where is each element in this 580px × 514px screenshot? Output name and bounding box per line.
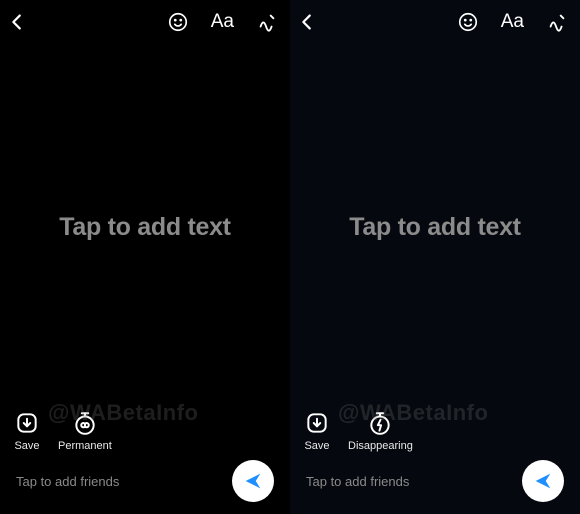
text-canvas[interactable]: Tap to add text xyxy=(290,44,580,410)
text-tool-icon[interactable]: Aa xyxy=(501,11,524,33)
footer-bar: Tap to add friends xyxy=(290,458,580,514)
top-bar: Aa xyxy=(0,0,290,44)
text-tool-icon[interactable]: Aa xyxy=(211,11,234,33)
send-button[interactable] xyxy=(522,460,564,502)
mode-button[interactable]: Disappearing xyxy=(348,410,413,452)
action-row: Save Disappearing xyxy=(290,410,580,458)
emoji-icon[interactable] xyxy=(457,11,479,33)
emoji-icon[interactable] xyxy=(167,11,189,33)
canvas-placeholder: Tap to add text xyxy=(59,213,230,242)
mode-label: Permanent xyxy=(58,440,112,452)
send-icon xyxy=(242,470,264,492)
save-button[interactable]: Save xyxy=(304,410,330,452)
mode-label: Disappearing xyxy=(348,440,413,452)
download-icon xyxy=(14,410,40,436)
send-button[interactable] xyxy=(232,460,274,502)
save-label: Save xyxy=(304,440,329,452)
draw-tool-icon[interactable] xyxy=(256,11,278,33)
add-friends-button[interactable]: Tap to add friends xyxy=(16,474,119,489)
text-canvas[interactable]: Tap to add text xyxy=(0,44,290,410)
editor-pane-permanent: Aa Tap to add text @WABetaInfo Save xyxy=(0,0,290,514)
footer-bar: Tap to add friends xyxy=(0,458,290,514)
back-icon[interactable] xyxy=(296,11,318,33)
action-row: Save Permanent xyxy=(0,410,290,458)
download-icon xyxy=(304,410,330,436)
add-friends-button[interactable]: Tap to add friends xyxy=(306,474,409,489)
draw-tool-icon[interactable] xyxy=(546,11,568,33)
back-icon[interactable] xyxy=(6,11,28,33)
save-button[interactable]: Save xyxy=(14,410,40,452)
top-bar: Aa xyxy=(290,0,580,44)
save-label: Save xyxy=(14,440,39,452)
send-icon xyxy=(532,470,554,492)
canvas-placeholder: Tap to add text xyxy=(349,213,520,242)
mode-button[interactable]: Permanent xyxy=(58,410,112,452)
bolt-timer-icon xyxy=(367,410,393,436)
infinity-timer-icon xyxy=(72,410,98,436)
editor-pane-disappearing: Aa Tap to add text @WABetaInfo Save xyxy=(290,0,580,514)
